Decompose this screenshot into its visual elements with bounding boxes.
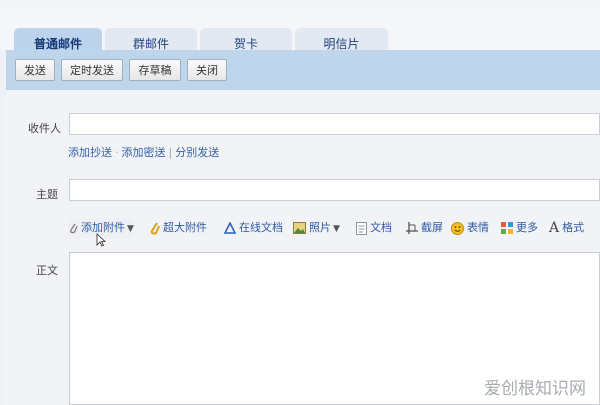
- compose-toolbar: 发送 定时发送 存草稿 关闭: [6, 50, 600, 90]
- top-strip: [0, 0, 600, 10]
- more-icon: [501, 222, 513, 234]
- dropdown-arrow-icon[interactable]: ▼: [333, 224, 340, 234]
- recipient-options: 添加抄送 · 添加密送 | 分别发送: [68, 144, 219, 160]
- online-doc-icon: [224, 222, 236, 234]
- recipient-label: 收件人: [28, 122, 61, 135]
- watermark-text: 爱创根知识网: [484, 379, 586, 399]
- subject-label: 主题: [36, 188, 58, 201]
- more-label: 更多: [516, 221, 538, 234]
- screenshot-button[interactable]: 截屏: [406, 218, 443, 238]
- emoji-button[interactable]: 表情: [451, 218, 489, 238]
- paperclip-icon: [70, 223, 78, 234]
- tab-bar: 普通邮件 群邮件 贺卡 明信片: [0, 10, 600, 60]
- separator-bar: |: [168, 146, 173, 159]
- scheduled-send-button[interactable]: 定时发送: [61, 59, 123, 81]
- document-label: 文档: [370, 221, 392, 234]
- separate-send-link[interactable]: 分别发送: [175, 146, 219, 159]
- photo-button[interactable]: 照片 ▼: [293, 218, 340, 238]
- online-doc-button[interactable]: 在线文档: [224, 218, 283, 238]
- compose-form: 收件人 添加抄送 · 添加密送 | 分别发送 主题 添加附件 ▼ 超大附件 在线文档 照片…: [6, 90, 600, 405]
- more-button[interactable]: 更多: [501, 218, 538, 238]
- dropdown-arrow-icon[interactable]: ▼: [127, 224, 134, 234]
- photo-label: 照片: [309, 221, 331, 234]
- add-bcc-link[interactable]: 添加密送: [122, 146, 166, 159]
- format-label: 格式: [562, 221, 585, 234]
- mouse-cursor-icon: [96, 233, 106, 247]
- document-button[interactable]: 文档: [356, 218, 392, 238]
- photo-icon: [293, 222, 306, 234]
- close-button[interactable]: 关闭: [187, 59, 227, 81]
- send-button[interactable]: 发送: [15, 59, 55, 81]
- large-attachment-button[interactable]: 超大附件: [150, 218, 207, 238]
- screenshot-label: 截屏: [421, 221, 443, 234]
- format-button[interactable]: A 格式: [549, 218, 584, 238]
- screenshot-icon: [406, 222, 418, 234]
- separator-dot: ·: [115, 146, 119, 159]
- emoji-icon: [451, 221, 464, 235]
- emoji-label: 表情: [467, 221, 489, 234]
- add-cc-link[interactable]: 添加抄送: [68, 146, 112, 159]
- document-icon: [356, 221, 367, 235]
- body-label: 正文: [36, 264, 58, 277]
- format-icon: A: [549, 220, 560, 236]
- save-draft-button[interactable]: 存草稿: [129, 59, 181, 81]
- online-doc-label: 在线文档: [239, 221, 283, 234]
- large-paperclip-icon: [150, 222, 160, 235]
- subject-input[interactable]: [69, 179, 600, 201]
- recipient-input[interactable]: [69, 113, 600, 135]
- large-attachment-label: 超大附件: [163, 221, 207, 234]
